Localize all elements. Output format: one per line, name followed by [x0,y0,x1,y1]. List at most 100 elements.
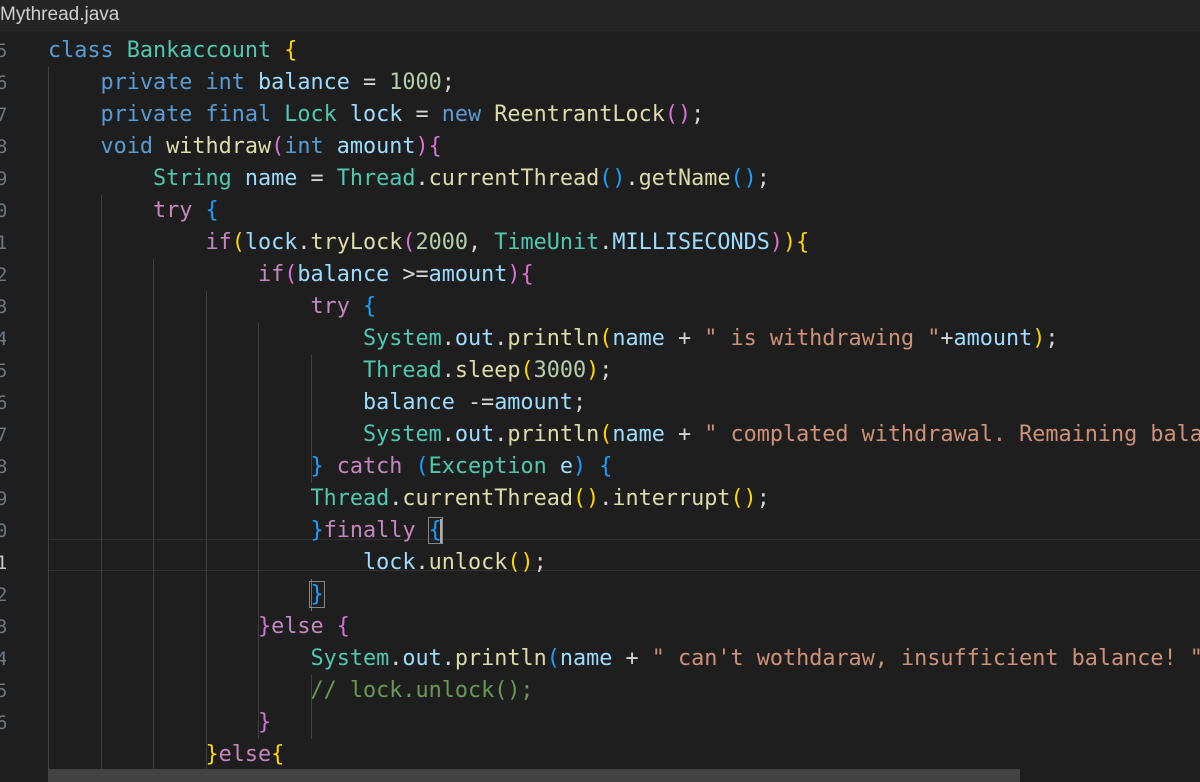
code-token: ReentrantLock [494,102,665,127]
code-line[interactable]: Thread.currentThread().interrupt(); [48,483,769,515]
code-line[interactable]: try { [48,195,219,227]
code-token: // lock.unlock(); [310,678,534,703]
code-token: class [48,38,127,63]
code-token: " is withdrawing " [704,326,941,351]
code-token: () [572,486,600,511]
code-token: } [310,518,324,543]
line-number: 8 [0,456,6,478]
code-token: int [205,70,258,95]
code-token: TimeUnit [494,230,600,255]
code-token: ; [1045,326,1059,351]
code-token: + [677,326,705,351]
code-area[interactable]: class Bankaccount { private int balance … [48,31,1200,782]
code-token: getName [638,166,731,191]
code-token: >= [402,262,429,287]
code-line[interactable]: try { [48,291,376,323]
code-token: Lock [284,102,350,127]
code-line[interactable]: }else { [48,611,350,643]
code-token: catch [336,454,416,479]
code-token: Thread [336,166,416,191]
line-number: 7 [0,104,6,126]
code-editor-window: Mythread.java 45678901234567890123456 cl… [0,0,1200,782]
code-line[interactable]: if(balance >=amount){ [48,259,534,291]
code-token: name [612,422,678,447]
line-number: 4 [0,328,6,350]
line-number: 2 [0,264,6,286]
line-number: 6 [0,392,6,414]
code-token: } [257,710,272,735]
code-token: { [796,230,810,255]
code-token: Thread [310,486,390,511]
code-token: Bankaccount [126,38,285,63]
code-token: + [677,422,705,447]
line-number: 0 [0,200,6,222]
code-line[interactable]: balance -=amount; [48,387,586,419]
code-line[interactable]: class Bankaccount { [48,35,297,67]
line-number: 5 [0,40,6,62]
matched-bracket: } [309,581,325,608]
code-token: . [625,166,639,191]
code-line[interactable]: void withdraw(int amount){ [48,131,442,163]
code-token: name [244,166,311,191]
code-line[interactable]: System.out.println(name + " complated wi… [48,419,1200,451]
line-number-gutter: 45678901234567890123456 [0,31,14,782]
code-line[interactable]: private final Lock lock = new ReentrantL… [48,99,705,131]
line-number: 1 [0,232,6,254]
code-token: ; [441,70,455,95]
code-line[interactable]: }else{ [48,739,284,771]
code-line[interactable]: // lock.unlock(); [48,675,534,707]
code-token: out [454,422,495,447]
code-token: . [389,486,403,511]
line-number: 0 [0,520,6,542]
code-line[interactable]: } [48,707,271,739]
code-token: ) [769,230,783,255]
code-token: out [454,326,495,351]
code-token: + [940,326,954,351]
code-line[interactable]: private int balance = 1000; [48,67,455,99]
code-token: int [284,134,337,159]
code-token: ( [546,646,560,671]
code-line[interactable]: } catch (Exception e) { [48,451,612,483]
code-token: println [507,422,600,447]
code-token: . [599,486,613,511]
code-line[interactable]: String name = Thread.currentThread().get… [48,163,770,195]
line-number: 7 [0,424,6,446]
code-token: else [218,742,272,767]
code-token: new [441,102,495,127]
line-number: 9 [0,488,6,510]
code-token: ( [284,262,298,287]
code-line[interactable]: Thread.sleep(3000); [48,355,612,387]
code-token: ( [415,454,429,479]
code-token: ( [402,230,416,255]
horizontal-scrollbar[interactable] [48,769,1020,782]
code-token: void [100,134,167,159]
code-token: println [507,326,600,351]
tab-mythread-java[interactable]: Mythread.java [0,0,130,30]
code-line[interactable]: if(lock.tryLock(2000, TimeUnit.MILLISECO… [48,227,809,259]
code-line[interactable]: } [48,579,325,611]
code-token: lock [244,230,298,255]
code-token: unlock [428,550,508,575]
code-token: " complated withdrawal. Remaining balanc… [704,422,1200,447]
code-token: currentThread [402,486,573,511]
code-token: { [362,294,377,319]
editor-pane[interactable]: 45678901234567890123456 class Bankaccoun… [0,31,1200,782]
line-number: 6 [0,712,6,734]
code-line[interactable]: System.out.println(name + " can't wothda… [48,643,1200,675]
code-token: ( [599,326,613,351]
code-token: amount [336,134,416,159]
code-token: ( [599,422,613,447]
line-number: 6 [0,72,6,94]
code-token: ( [271,134,285,159]
code-line[interactable]: lock.unlock(); [48,547,547,579]
code-line[interactable]: System.out.println(name + " is withdrawi… [48,323,1059,355]
code-token: ) [1032,326,1046,351]
code-line[interactable]: }finally { [48,515,443,547]
code-token: . [494,422,508,447]
